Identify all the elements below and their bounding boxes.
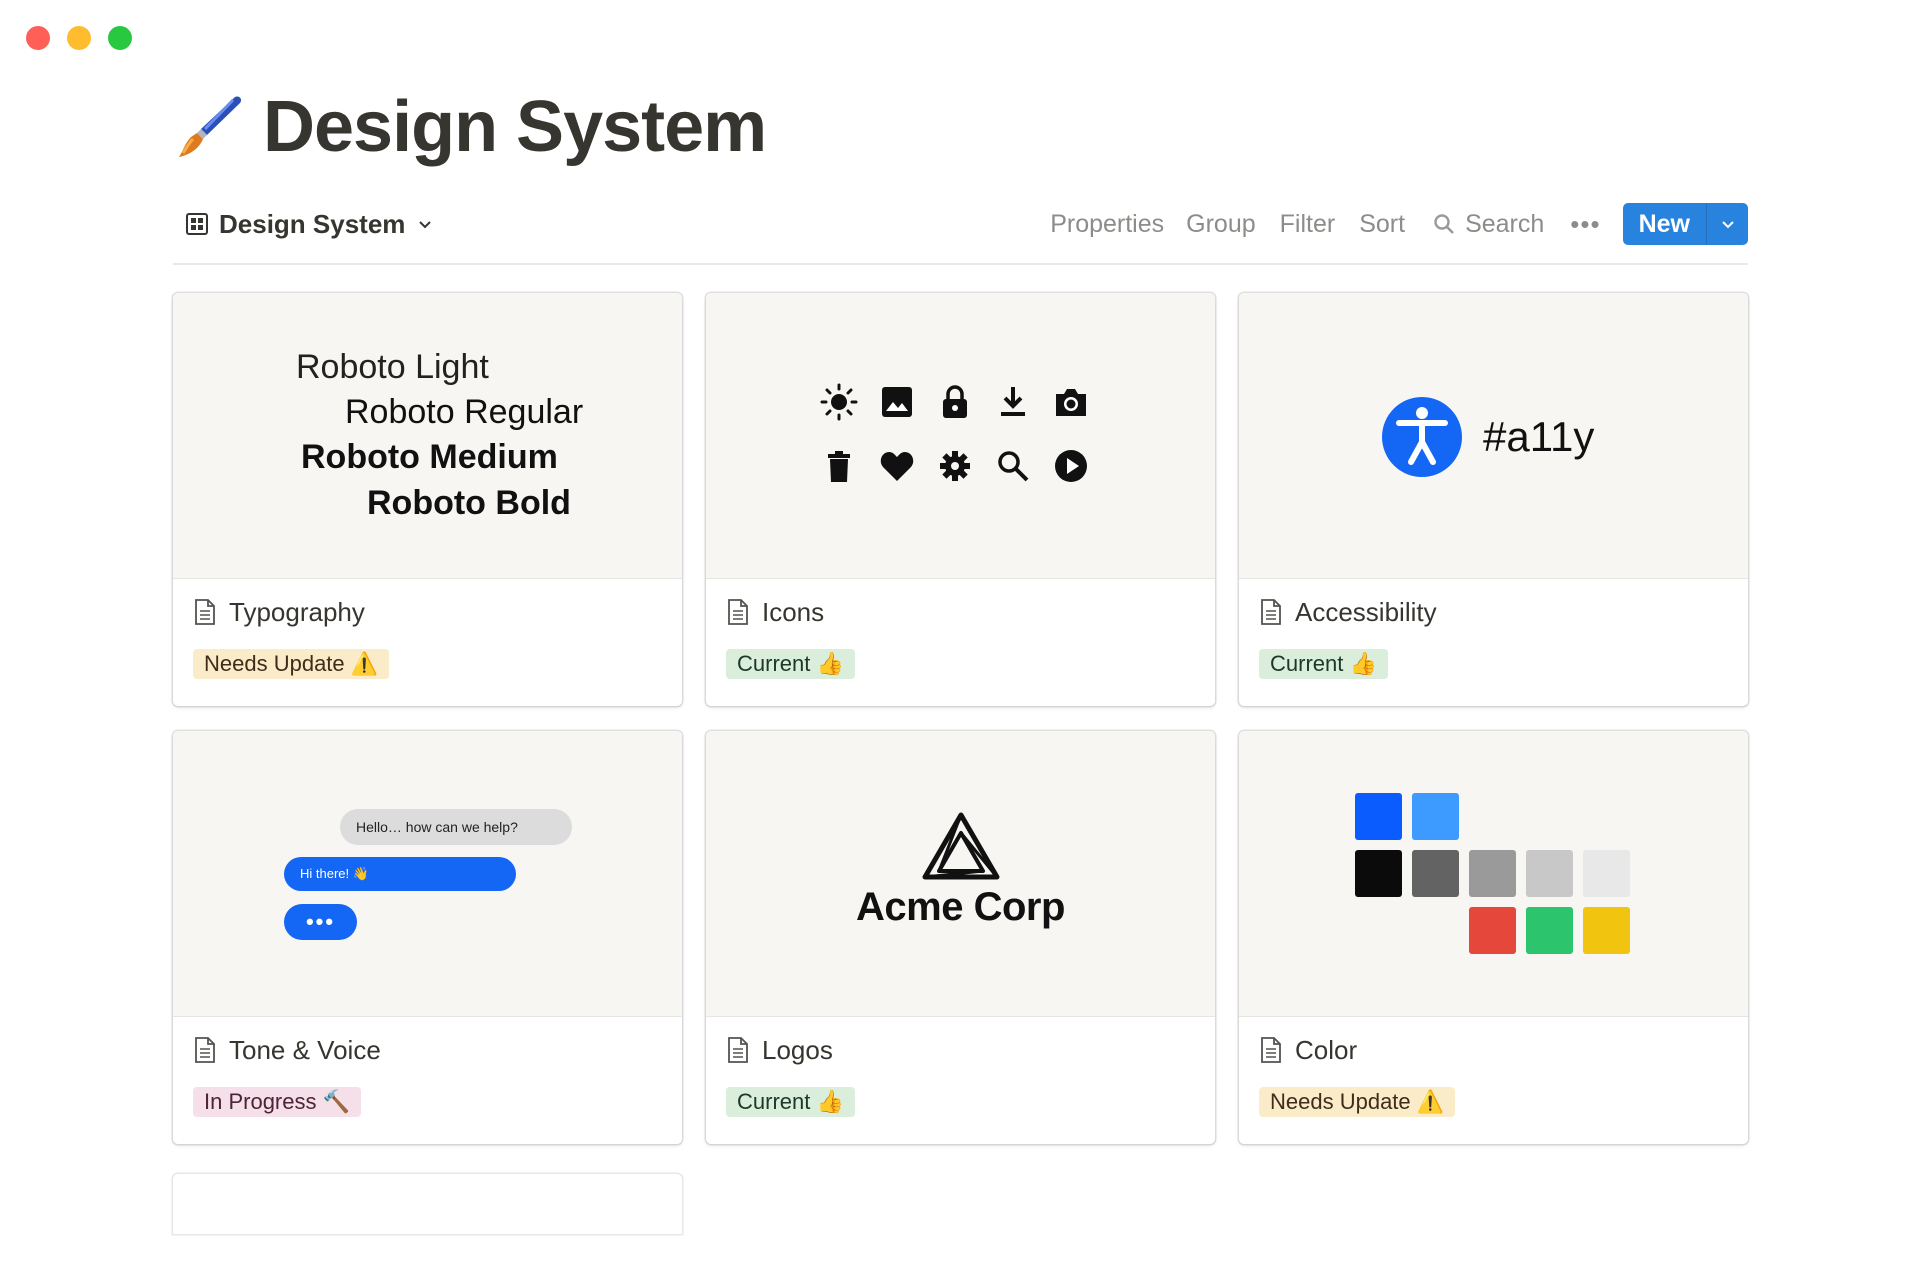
font-sample-regular: Roboto Regular (345, 393, 584, 431)
chevron-down-icon (419, 221, 432, 229)
page-icon (195, 1037, 215, 1063)
search-icon (1434, 214, 1454, 234)
database-toolbar: Design System Properties Group Filter So… (173, 202, 1748, 246)
accessibility-icon (1382, 397, 1462, 477)
card-title: Icons (762, 596, 825, 627)
gallery-card-tone-voice[interactable]: Hello… how can we help? Hi there! 👋 ••• … (173, 731, 682, 1144)
card-title: Color (1295, 1034, 1358, 1065)
play-icon (1055, 450, 1087, 482)
color-swatch (1469, 907, 1516, 954)
chat-bubble-incoming: Hello… how can we help? (340, 809, 572, 845)
new-dropdown-button[interactable] (1706, 203, 1748, 245)
properties-button[interactable]: Properties (1038, 210, 1174, 239)
page-icon (728, 599, 748, 625)
logo-wordmark: Acme Corp (856, 885, 1065, 929)
color-swatch (1526, 850, 1573, 897)
search-label: Search (1465, 209, 1545, 238)
card-cover: #a11y (1239, 293, 1748, 579)
minimize-window-button[interactable] (67, 26, 91, 50)
status-badge: Needs Update ⚠️ (1259, 1087, 1456, 1117)
card-cover: Acme Corp (706, 731, 1215, 1017)
gallery-card-accessibility[interactable]: #a11y Accessibility Current 👍 (1239, 293, 1748, 706)
group-button[interactable]: Group (1174, 210, 1267, 239)
page-icon (195, 599, 215, 625)
more-options-button[interactable]: ••• (1556, 209, 1622, 240)
search-button[interactable]: Search (1417, 210, 1556, 239)
sort-button[interactable]: Sort (1347, 210, 1417, 239)
image-icon (882, 387, 912, 417)
font-sample-bold: Roboto Bold (367, 484, 571, 522)
gallery-card-logos[interactable]: Acme Corp Logos Current 👍 (706, 731, 1215, 1144)
status-badge: Current 👍 (1259, 649, 1388, 679)
download-icon (1001, 387, 1025, 416)
new-button-group: New (1622, 203, 1748, 245)
color-swatch (1469, 850, 1516, 897)
card-cover: Hello… how can we help? Hi there! 👋 ••• (173, 731, 682, 1017)
window-controls (26, 26, 132, 50)
card-cover: Roboto Light Roboto Regular Roboto Mediu… (173, 293, 682, 579)
typing-indicator: ••• (284, 904, 357, 940)
color-swatch (1355, 793, 1402, 840)
page-header: Design System (173, 86, 767, 168)
camera-icon (1056, 389, 1086, 416)
gear-icon (940, 451, 970, 481)
color-swatch (1355, 850, 1402, 897)
a11y-hashtag: #a11y (1483, 413, 1595, 460)
gallery-card-color[interactable]: Color Needs Update ⚠️ (1239, 731, 1748, 1144)
chat-bubble-outgoing: Hi there! 👋 (284, 857, 516, 891)
card-title: Accessibility (1295, 596, 1437, 627)
gallery-card-partial[interactable] (173, 1174, 682, 1234)
view-label: Design System (219, 208, 406, 239)
status-badge: In Progress 🔨 (193, 1087, 361, 1117)
view-selector[interactable]: Design System (173, 209, 433, 240)
page-icon (728, 1037, 748, 1063)
page-icon (1261, 1037, 1281, 1063)
card-cover (706, 293, 1215, 579)
card-title: Tone & Voice (229, 1034, 381, 1065)
gallery-card-typography[interactable]: Roboto Light Roboto Regular Roboto Mediu… (173, 293, 682, 706)
color-swatch (1412, 793, 1459, 840)
color-swatch (1583, 850, 1630, 897)
search-icon (998, 451, 1029, 482)
new-button[interactable]: New (1623, 203, 1706, 245)
toolbar-divider (173, 263, 1748, 265)
paintbrush-icon[interactable] (173, 91, 245, 163)
toolbar-actions: Properties Group Filter Sort Search ••• … (1038, 203, 1748, 245)
status-badge: Current 👍 (726, 1087, 855, 1117)
table-icon (186, 213, 208, 235)
gallery-grid: Roboto Light Roboto Regular Roboto Mediu… (173, 293, 1748, 1144)
acme-logo-icon (922, 812, 999, 880)
chevron-down-icon (1721, 221, 1734, 229)
heart-icon (880, 452, 914, 481)
zoom-window-button[interactable] (108, 26, 132, 50)
card-title: Typography (229, 596, 365, 627)
trash-icon (828, 451, 850, 482)
color-swatches (1355, 793, 1655, 973)
page-icon (1261, 599, 1281, 625)
filter-button[interactable]: Filter (1268, 210, 1348, 239)
lock-icon (943, 385, 967, 418)
status-badge: Current 👍 (726, 649, 855, 679)
status-badge: Needs Update ⚠️ (193, 649, 390, 679)
page-title[interactable]: Design System (263, 86, 767, 168)
font-sample-light: Roboto Light (296, 348, 489, 386)
color-swatch (1412, 850, 1459, 897)
card-title: Logos (762, 1034, 833, 1065)
color-swatch (1583, 907, 1630, 954)
card-cover (1239, 731, 1748, 1017)
color-swatch (1526, 907, 1573, 954)
sun-icon (820, 383, 858, 421)
font-sample-medium: Roboto Medium (301, 438, 558, 476)
gallery-card-icons[interactable]: Icons Current 👍 (706, 293, 1215, 706)
close-window-button[interactable] (26, 26, 50, 50)
